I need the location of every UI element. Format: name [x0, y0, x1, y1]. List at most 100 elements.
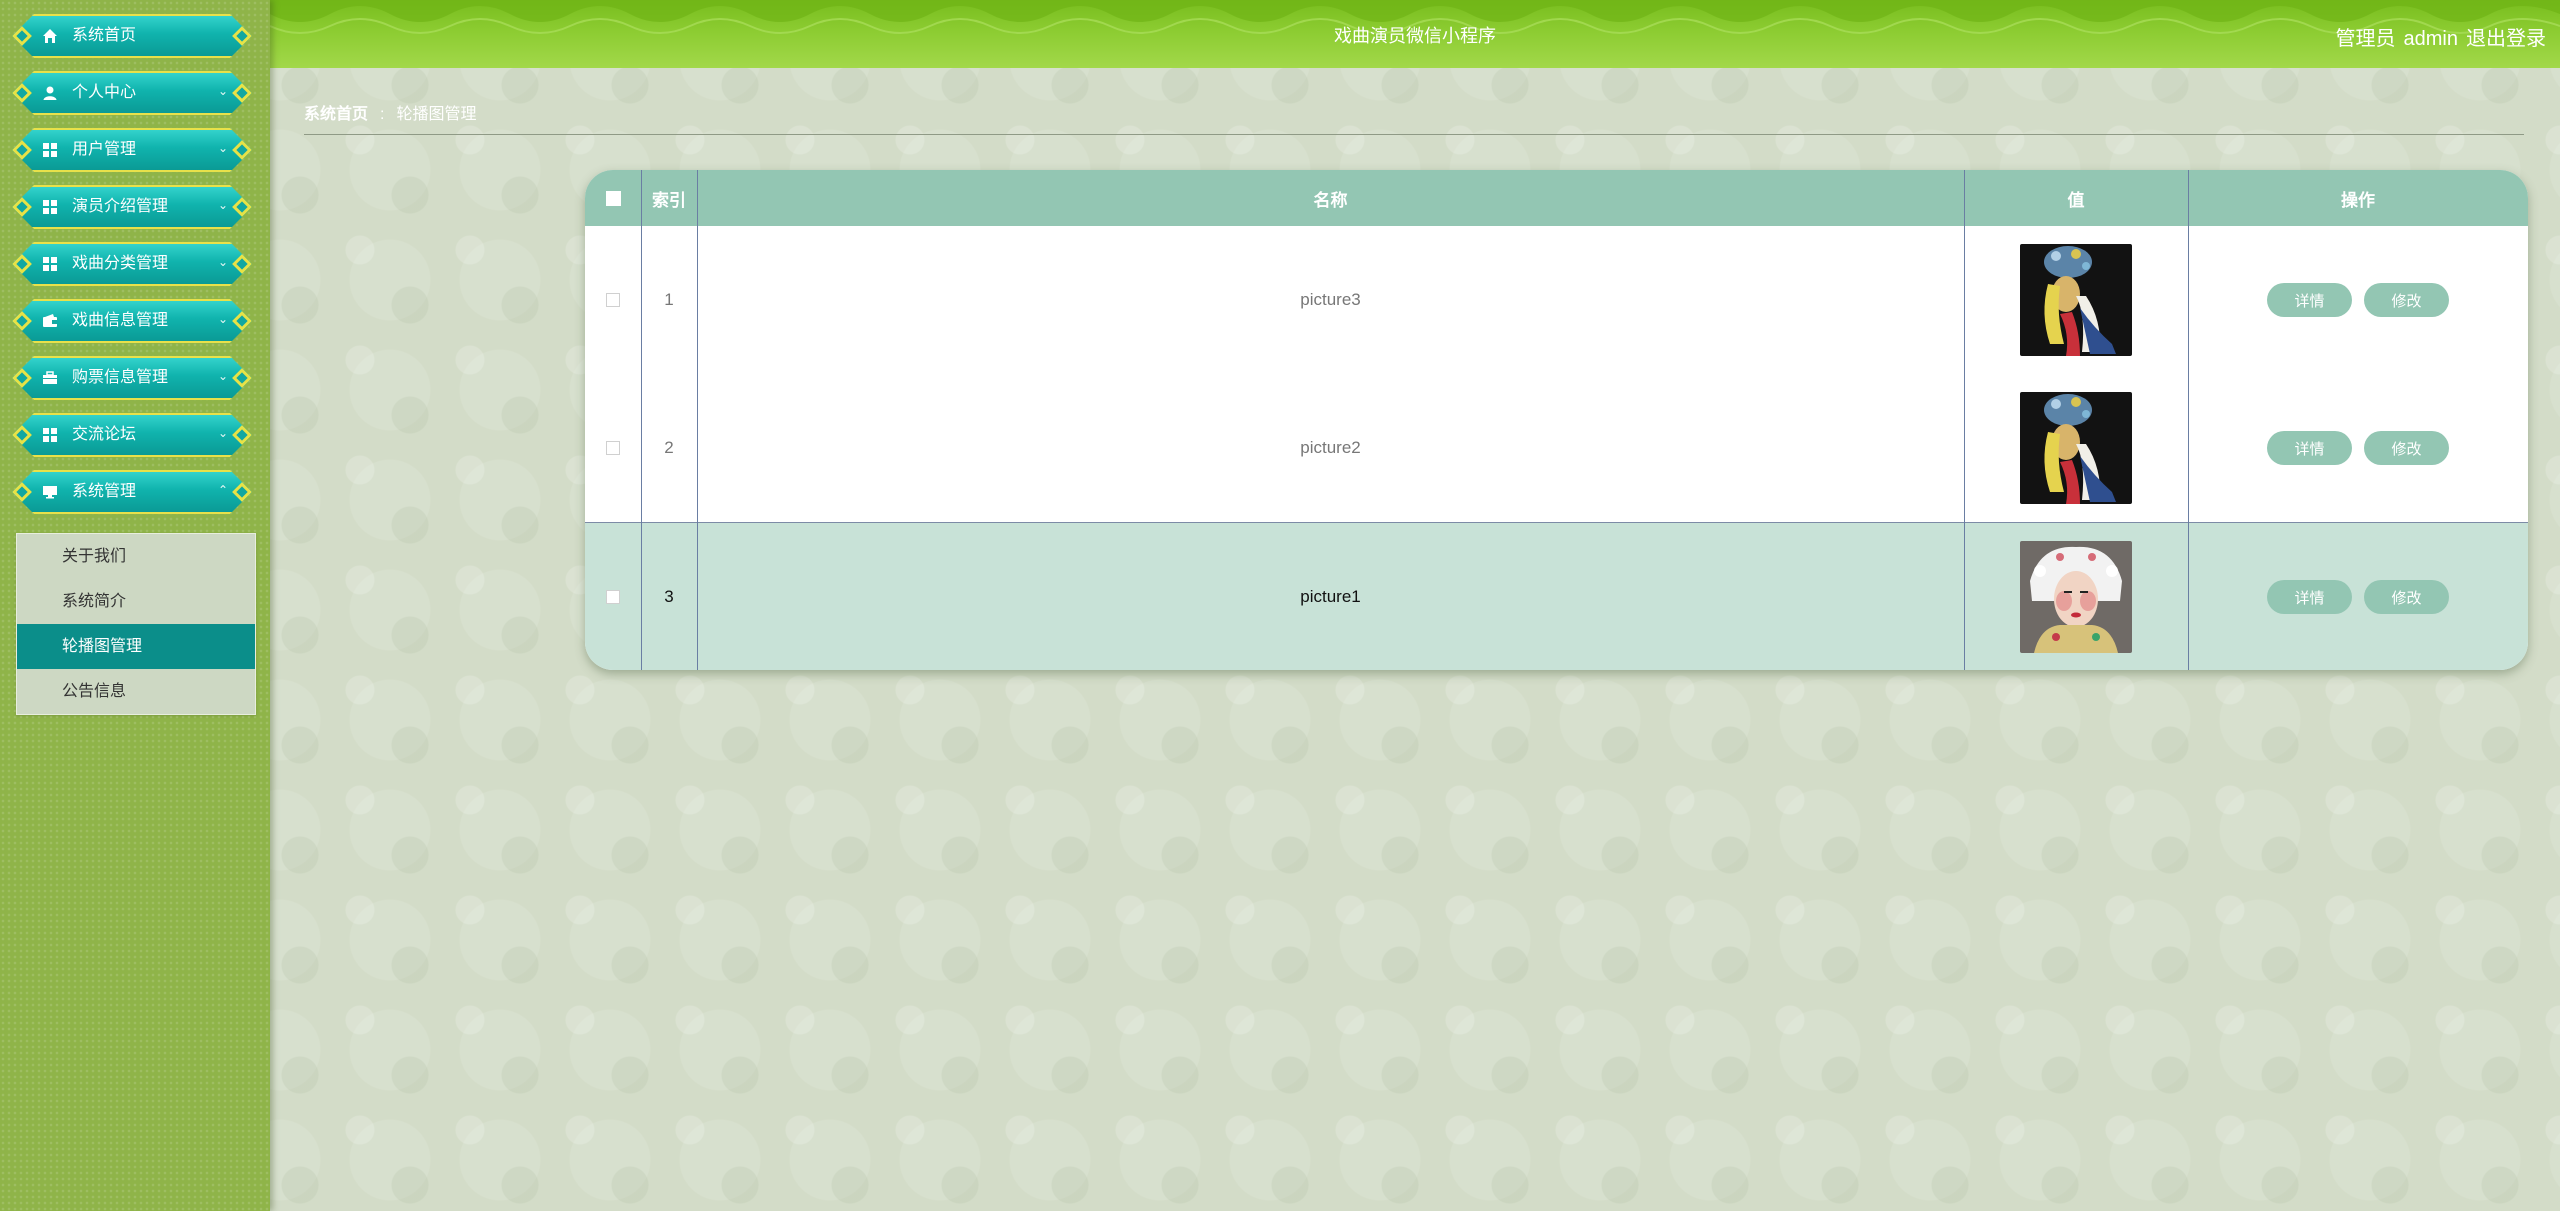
breadcrumb-current: 轮播图管理	[396, 106, 477, 123]
detail-button[interactable]: 详情	[2267, 580, 2352, 614]
sidebar: 系统首页 个人中心 ⌄ 用户管理 ⌄ 演员介绍管理 ⌄ 戏曲分类管理 ⌄ 戏曲信…	[0, 0, 270, 1211]
table-row: 1 picture3 详情 修改	[585, 226, 2528, 375]
diamond-ornament	[232, 482, 252, 502]
user-role: 管理员	[2335, 28, 2396, 50]
app-title: 戏曲演员微信小程序	[1334, 26, 1496, 46]
wallet-icon	[42, 313, 58, 329]
diamond-ornament	[232, 26, 252, 46]
system-management-submenu: 关于我们 系统简介 轮播图管理 公告信息	[16, 533, 256, 715]
row-index: 2	[664, 438, 674, 457]
submenu-item-label: 轮播图管理	[62, 638, 143, 655]
diamond-ornament	[232, 368, 252, 388]
sidebar-item-actor-intro[interactable]: 演员介绍管理 ⌄	[12, 185, 252, 229]
column-divider	[697, 170, 698, 670]
chevron-down-icon: ⌄	[217, 426, 228, 440]
sidebar-item-label: 演员介绍管理	[72, 198, 169, 215]
user-icon	[42, 85, 58, 101]
sidebar-item-user-management[interactable]: 用户管理 ⌄	[12, 128, 252, 172]
column-divider	[1964, 170, 1965, 670]
briefcase-icon	[42, 370, 58, 386]
chevron-down-icon: ⌄	[217, 312, 228, 326]
column-header-index: 索引	[652, 190, 686, 210]
username: admin	[2403, 28, 2458, 50]
edit-button[interactable]: 修改	[2364, 431, 2449, 465]
sidebar-item-label: 用户管理	[72, 141, 137, 158]
row-name: picture2	[1300, 438, 1361, 457]
opera-performer-thumbnail[interactable]	[2020, 392, 2132, 504]
select-all-cell	[585, 170, 641, 226]
diamond-ornament	[12, 482, 32, 502]
row-checkbox[interactable]	[606, 590, 620, 604]
diamond-ornament	[12, 140, 32, 160]
submenu-item-label: 关于我们	[62, 548, 127, 565]
sidebar-item-ticket-info[interactable]: 购票信息管理 ⌄	[12, 356, 252, 400]
diamond-ornament	[232, 254, 252, 274]
row-checkbox[interactable]	[606, 441, 620, 455]
submenu-item-announcements[interactable]: 公告信息	[17, 669, 255, 714]
column-divider	[2188, 170, 2189, 670]
diamond-ornament	[12, 197, 32, 217]
diamond-ornament	[12, 368, 32, 388]
breadcrumb: 系统首页: 轮播图管理	[304, 100, 2524, 135]
diamond-ornament	[12, 311, 32, 331]
submenu-item-carousel-management[interactable]: 轮播图管理	[17, 624, 255, 669]
table-row: 3 picture1 详情 修改	[585, 523, 2528, 670]
column-divider	[641, 170, 642, 670]
diamond-ornament	[12, 26, 32, 46]
grid-icon	[42, 256, 58, 272]
sidebar-item-opera-category[interactable]: 戏曲分类管理 ⌄	[12, 242, 252, 286]
diamond-ornament	[12, 83, 32, 103]
row-select-cell	[585, 374, 641, 522]
diamond-ornament	[12, 254, 32, 274]
detail-button[interactable]: 详情	[2267, 283, 2352, 317]
row-image-cell	[1964, 226, 2188, 374]
sidebar-item-system-management[interactable]: 系统管理 ⌃	[12, 470, 252, 514]
user-info: 管理员 admin 退出登录	[2328, 22, 2546, 51]
select-all-checkbox[interactable]	[605, 190, 621, 206]
logout-link[interactable]: 退出登录	[2466, 28, 2546, 50]
opera-performer-thumbnail[interactable]	[2020, 541, 2132, 653]
sidebar-item-personal-center[interactable]: 个人中心 ⌄	[12, 71, 252, 115]
column-header-name: 名称	[1313, 190, 1348, 210]
column-header-actions: 操作	[2341, 190, 2375, 210]
submenu-item-label: 系统简介	[62, 593, 127, 610]
sidebar-item-label: 购票信息管理	[72, 369, 169, 386]
submenu-item-system-intro[interactable]: 系统简介	[17, 579, 255, 624]
submenu-item-about-us[interactable]: 关于我们	[17, 534, 255, 579]
row-name: picture1	[1300, 587, 1361, 606]
row-actions: 详情 修改	[2188, 374, 2528, 522]
diamond-ornament	[232, 425, 252, 445]
sidebar-item-label: 戏曲分类管理	[72, 255, 169, 272]
sidebar-item-label: 交流论坛	[72, 426, 137, 443]
row-select-cell	[585, 523, 641, 670]
row-actions: 详情 修改	[2188, 523, 2528, 670]
detail-button[interactable]: 详情	[2267, 431, 2352, 465]
grid-icon	[42, 199, 58, 215]
top-header: 戏曲演员微信小程序 管理员 admin 退出登录	[270, 0, 2560, 68]
grid-icon	[42, 142, 58, 158]
opera-performer-thumbnail[interactable]	[2020, 244, 2132, 356]
sidebar-item-forum[interactable]: 交流论坛 ⌄	[12, 413, 252, 457]
breadcrumb-home[interactable]: 系统首页	[304, 106, 368, 123]
chevron-up-icon: ⌃	[217, 483, 228, 497]
sidebar-item-home[interactable]: 系统首页	[12, 14, 252, 58]
sidebar-item-label: 系统管理	[72, 483, 137, 500]
edit-button[interactable]: 修改	[2364, 283, 2449, 317]
row-index: 1	[664, 290, 674, 309]
diamond-ornament	[232, 197, 252, 217]
row-select-cell	[585, 226, 641, 374]
diamond-ornament	[232, 83, 252, 103]
row-name: picture3	[1300, 290, 1361, 309]
row-checkbox[interactable]	[606, 293, 620, 307]
carousel-table: 索引 名称 值 操作 1 picture3 详情 修改 2 picture2 详…	[585, 170, 2528, 670]
chevron-down-icon: ⌄	[217, 369, 228, 383]
row-image-cell	[1964, 523, 2188, 670]
grid-icon	[42, 427, 58, 443]
sidebar-item-label: 系统首页	[72, 27, 137, 44]
edit-button[interactable]: 修改	[2364, 580, 2449, 614]
column-header-value: 值	[2067, 190, 2085, 210]
sidebar-item-opera-info[interactable]: 戏曲信息管理 ⌄	[12, 299, 252, 343]
monitor-icon	[42, 484, 58, 500]
chevron-down-icon: ⌄	[217, 255, 228, 269]
diamond-ornament	[232, 140, 252, 160]
